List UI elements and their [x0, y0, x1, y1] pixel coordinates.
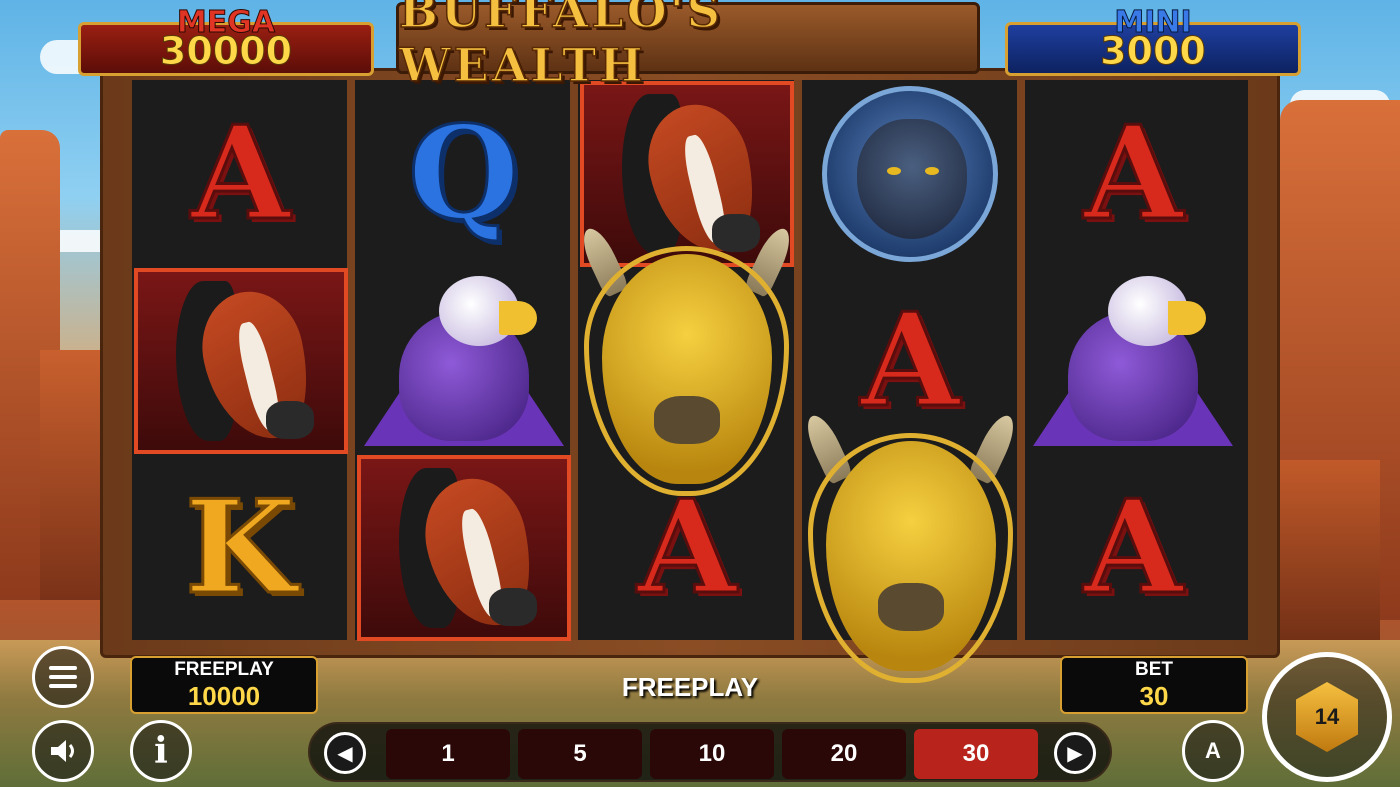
bet-option[interactable]: 1: [386, 729, 510, 779]
reel-cell: [132, 267, 349, 454]
prev-arrow-icon: ◀: [337, 742, 353, 765]
reel-4: A: [800, 80, 1025, 683]
reel-5: AA: [1024, 80, 1249, 641]
symbol-a: A: [636, 472, 738, 623]
bet-option-selected[interactable]: 30: [914, 729, 1038, 779]
sound-button[interactable]: [32, 720, 94, 782]
bet-display: BET 30: [1060, 656, 1248, 714]
spin-button[interactable]: 14: [1262, 652, 1392, 782]
speaker-icon: [51, 740, 74, 762]
reel-cell: [355, 267, 572, 454]
symbol-horse: [356, 454, 571, 641]
mini-jackpot-label: MINI: [1114, 5, 1192, 41]
reel-cell: [1025, 267, 1242, 454]
reel-cell: [802, 80, 1019, 267]
reel-cell: A: [132, 80, 349, 267]
symbol-q: Q: [406, 98, 520, 249]
symbol-horse: [133, 267, 348, 454]
spin-badge: 14: [1314, 704, 1340, 729]
next-arrow-icon: ▶: [1067, 742, 1083, 765]
reel-cell: K: [132, 454, 349, 641]
reel-cell: A: [1025, 454, 1242, 641]
bet-next-button[interactable]: ▶: [1054, 732, 1096, 774]
game-title: BUFFALO'S WEALTH: [398, 0, 724, 93]
reel-cell: Q: [355, 80, 572, 267]
horse-icon: [389, 467, 544, 637]
balance-value: 10000: [187, 680, 261, 711]
bet-option[interactable]: 20: [782, 729, 906, 779]
spin-icon: 14: [1296, 682, 1358, 752]
mode-label: FREEPLAY: [621, 672, 759, 702]
reel-cell: [800, 410, 1021, 683]
autoplay-button[interactable]: A: [1182, 720, 1244, 782]
menu-button[interactable]: [32, 646, 94, 708]
reel-3: A: [576, 80, 802, 641]
symbol-eagle: [1028, 271, 1238, 451]
bet-prev-button[interactable]: ◀: [324, 732, 366, 774]
title-plank: BUFFALO'S WEALTH: [396, 0, 980, 93]
mega-jackpot: MEGA 30000: [78, 5, 374, 76]
symbol-a: A: [1082, 98, 1184, 249]
balance-label: FREEPLAY: [174, 658, 274, 680]
symbol-a: A: [189, 98, 291, 249]
info-button[interactable]: i: [130, 720, 192, 782]
bet-selector: ◀ 1 5 10 20 30 ▶: [308, 722, 1112, 782]
symbol-a: A: [1082, 472, 1184, 623]
reel-2: Q: [355, 80, 579, 641]
balance-display: FREEPLAY 10000: [130, 656, 318, 714]
mini-jackpot: MINI 3000: [1005, 5, 1301, 76]
reel-1: AK: [132, 80, 356, 641]
autoplay-icon: A: [1205, 738, 1221, 763]
bet-value: 30: [1139, 680, 1169, 711]
menu-icon: [49, 661, 77, 693]
symbol-panther: [822, 85, 999, 262]
symbol-a: A: [859, 285, 961, 436]
reel-cell: A: [578, 454, 795, 641]
bet-label: BET: [1135, 658, 1173, 680]
symbol-eagle: [359, 271, 569, 451]
reel-cell: [355, 454, 572, 641]
mega-jackpot-label: MEGA: [176, 5, 276, 41]
horse-icon: [166, 280, 321, 450]
reel-cell: A: [1025, 80, 1242, 267]
reel-grid: AK Q A A AA: [132, 80, 1249, 683]
bet-option[interactable]: 5: [518, 729, 642, 779]
symbol-buffalo: [800, 410, 1021, 683]
bet-option[interactable]: 10: [650, 729, 774, 779]
symbol-k: K: [183, 472, 297, 623]
reel-cell: [576, 223, 798, 496]
info-icon: i: [154, 730, 168, 772]
